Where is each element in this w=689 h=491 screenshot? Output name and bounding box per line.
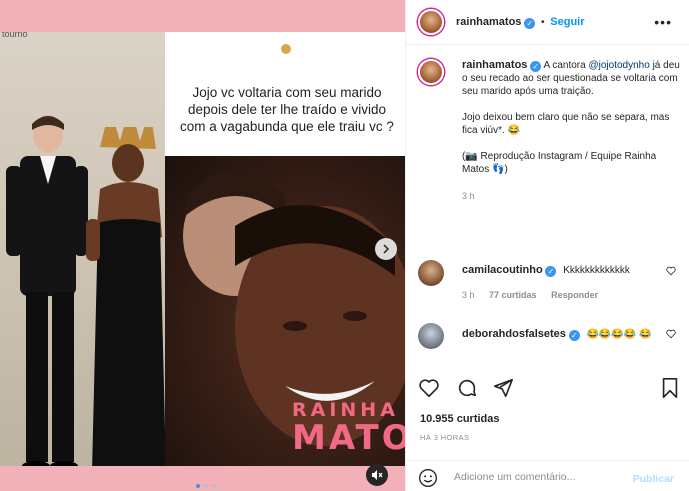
- verified-icon: ✓: [568, 330, 580, 341]
- man-figure: [6, 115, 88, 466]
- post-actions: [418, 377, 680, 401]
- verified-icon: ✓: [530, 61, 542, 72]
- woman-figure: [86, 127, 165, 466]
- carousel-dots: [196, 484, 216, 488]
- comment-bar: Publicar: [406, 460, 689, 491]
- caption-text-pre: A cantora: [543, 60, 586, 71]
- caption-body: rainhamatos ✓ A cantora @jojotodynho já …: [462, 59, 684, 98]
- brand-watermark: RAINHA MATOS: [292, 399, 405, 455]
- caption-avatar[interactable]: [418, 59, 444, 85]
- caption-paragraph-3: (📷 Reprodução Instagram / Equipe Rainha …: [462, 151, 657, 175]
- carousel-next-button[interactable]: [375, 238, 397, 260]
- save-icon[interactable]: [660, 377, 680, 399]
- post-side-panel: rainhamatos ✓ • Seguir ••• rainhamatos ✓…: [405, 0, 689, 491]
- comment-text: 😂😂😂😂 😂: [586, 329, 652, 340]
- post-media[interactable]: tourno Jojo vc voltaria com seu marido d…: [0, 0, 405, 491]
- comment-icon[interactable]: [456, 377, 478, 399]
- heart-icon[interactable]: [666, 329, 676, 339]
- verified-icon: ✓: [545, 266, 557, 277]
- comment-likes[interactable]: 77 curtidas: [489, 290, 537, 300]
- author-avatar[interactable]: [418, 9, 444, 35]
- photo-couple: tourno: [0, 32, 165, 466]
- caption-paragraph-2: Jojo deixou bem claro que não se separa,…: [462, 112, 670, 136]
- caption-mention[interactable]: @jojotodynho: [588, 60, 649, 71]
- follow-button[interactable]: Seguir: [550, 16, 584, 28]
- carousel-dot: [196, 484, 200, 488]
- publish-button[interactable]: Publicar: [633, 473, 674, 485]
- question-box: Jojo vc voltaria com seu marido depois d…: [165, 32, 405, 156]
- comment-input[interactable]: [454, 471, 624, 483]
- comments-section: rainhamatos ✓ A cantora @jojotodynho já …: [406, 45, 689, 370]
- verified-icon: ✓: [524, 18, 536, 29]
- mute-icon: [372, 470, 383, 480]
- header-user: rainhamatos ✓ • Seguir: [456, 16, 585, 29]
- post-header: rainhamatos ✓ • Seguir •••: [406, 0, 689, 45]
- more-icon[interactable]: •••: [654, 14, 672, 30]
- post-time: HÁ 3 HORAS: [420, 433, 470, 442]
- comment-text: Kkkkkkkkkkkkk: [563, 265, 630, 276]
- mute-button[interactable]: [366, 464, 388, 486]
- comment-avatar[interactable]: [418, 260, 444, 286]
- share-icon[interactable]: [492, 377, 514, 399]
- comment-item: deborahdosfalsetes ✓ 😂😂😂😂 😂: [462, 327, 652, 342]
- photo-top-label: tourno: [2, 32, 28, 39]
- comment-meta: 3 h 77 curtidas Responder: [462, 290, 598, 300]
- brand-line-2: MATOS: [292, 418, 405, 458]
- profile-dot: [281, 44, 291, 54]
- caption: rainhamatos ✓ A cantora @jojotodynho já …: [462, 59, 684, 203]
- comment-item: camilacoutinho ✓ Kkkkkkkkkkkkk: [462, 264, 652, 277]
- comment-username[interactable]: deborahdosfalsetes: [462, 328, 566, 340]
- comment-avatar[interactable]: [418, 323, 444, 349]
- chevron-right-icon: [383, 244, 390, 254]
- comment-time: 3 h: [462, 290, 475, 300]
- emoji-icon[interactable]: [418, 468, 438, 488]
- caption-time: 3 h: [462, 191, 475, 201]
- question-text: Jojo vc voltaria com seu marido depois d…: [180, 85, 394, 134]
- author-username[interactable]: rainhamatos: [456, 16, 521, 28]
- question-card: Jojo vc voltaria com seu marido depois d…: [165, 32, 405, 466]
- carousel-dot: [212, 484, 216, 488]
- caption-username[interactable]: rainhamatos: [462, 59, 527, 71]
- heart-icon[interactable]: [666, 266, 676, 276]
- carousel-dot: [204, 484, 208, 488]
- header-separator: •: [540, 17, 545, 28]
- heart-icon[interactable]: [418, 377, 440, 399]
- likes-count[interactable]: 10.955 curtidas: [420, 413, 500, 425]
- reply-button[interactable]: Responder: [551, 290, 598, 300]
- comment-username[interactable]: camilacoutinho: [462, 264, 543, 276]
